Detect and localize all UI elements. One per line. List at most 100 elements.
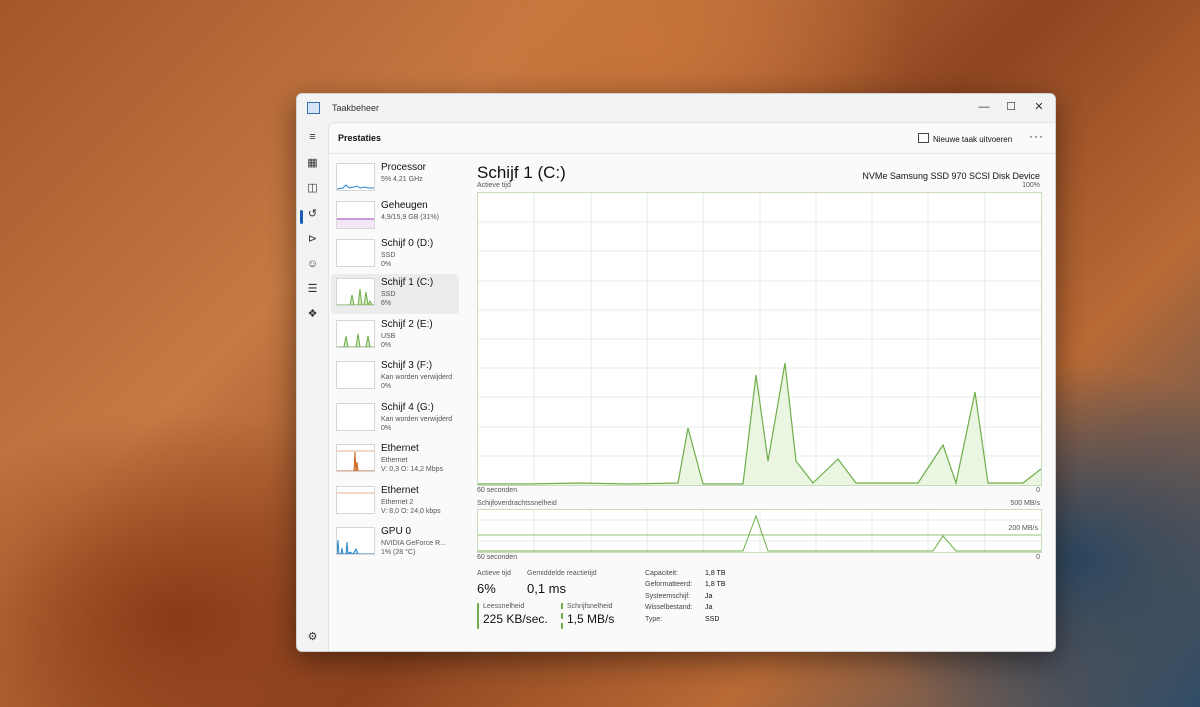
gpu-model: NVIDIA GeForce R...: [381, 540, 446, 547]
type-value: SSD: [705, 616, 720, 623]
page-title: Prestaties: [338, 133, 382, 143]
settings-icon[interactable]: ⚙: [306, 631, 319, 644]
gpu-usage: 1% (28 °C): [381, 549, 416, 556]
device-disk-2[interactable]: Schijf 2 (E:) USB 0%: [331, 316, 459, 356]
active-time-graph: [477, 192, 1042, 486]
write-speed-value: 1,5 MB/s: [567, 612, 615, 626]
menu-icon[interactable]: ≡: [306, 131, 319, 144]
write-speed-block: Schrijfsnelheid 1,5 MB/s: [561, 603, 614, 629]
close-button[interactable]: ✕: [1026, 98, 1052, 116]
device-ethernet-2[interactable]: Ethernet Ethernet 2 V: 8,0 O: 24,0 kbps: [331, 482, 459, 522]
device-name: Processor: [381, 162, 427, 173]
active-time-window: 60 seconden: [477, 487, 518, 494]
transfer-rate-graph: 200 MB/s: [477, 509, 1042, 553]
disk-detail-panel: Schijf 1 (C:) NVMe Samsung SSD 970 SCSI …: [477, 159, 1042, 649]
device-detail: 4,9/15,9 GB (31%): [381, 214, 439, 221]
disk-4-thumbnail: [336, 403, 375, 431]
device-gpu-0[interactable]: GPU 0 NVIDIA GeForce R... 1% (28 °C): [331, 523, 459, 563]
ethernet-1-thumbnail: [336, 444, 375, 472]
task-manager-icon: [307, 102, 320, 114]
page-file-label: Wisselbestand:: [645, 604, 693, 611]
device-ethernet-1[interactable]: Ethernet Ethernet V: 0,3 O: 14,2 Mbps: [331, 440, 459, 480]
page-file-value: Ja: [705, 604, 713, 611]
disk-1-thumbnail: [336, 278, 375, 306]
users-icon[interactable]: ☺: [306, 258, 319, 271]
active-time-graph-max: 100%: [1022, 182, 1040, 189]
device-name: GPU 0: [381, 526, 412, 537]
throughput: V: 0,3 O: 14,2 Mbps: [381, 466, 443, 473]
device-usage: 0%: [381, 425, 392, 432]
history-icon[interactable]: ↺: [306, 208, 319, 221]
adapter-name: Ethernet: [381, 457, 408, 464]
memory-thumbnail: [336, 201, 375, 229]
disk-3-thumbnail: [336, 361, 375, 389]
window-title: Taakbeheer: [332, 103, 380, 113]
details-icon[interactable]: ☰: [306, 283, 319, 296]
device-detail: USB 0%: [381, 332, 395, 350]
transfer-rate-scale: 200 MB/s: [1008, 525, 1038, 532]
device-disk-3[interactable]: Schijf 3 (F:) Kan worden verwijderd 0%: [331, 357, 459, 397]
new-task-icon: [918, 133, 929, 143]
device-name: Schijf 2 (E:): [381, 319, 433, 330]
formatted-label: Geformatteerd:: [645, 581, 693, 588]
device-usage: 0%: [381, 342, 392, 349]
device-usage: 0%: [381, 261, 392, 268]
read-speed-block: Leessnelheid 225 KB/sec.: [477, 603, 548, 629]
title-bar[interactable]: Taakbeheer — ☐ ✕: [297, 94, 1055, 122]
active-time-graph-label: Actieve tijd: [477, 182, 511, 189]
active-time-chart: [478, 193, 1042, 486]
capacity-label: Capaciteit:: [645, 570, 679, 577]
maximize-button[interactable]: ☐: [998, 98, 1024, 116]
header-divider: [329, 153, 1055, 154]
device-type: SSD: [381, 291, 396, 298]
disk-0-thumbnail: [336, 239, 375, 267]
adapter-name: Ethernet 2: [381, 499, 414, 506]
type-label: Type:: [645, 616, 663, 623]
formatted-value: 1,8 TB: [705, 581, 726, 588]
device-type: USB: [381, 333, 396, 340]
content-area: Prestaties Nieuwe taak uitvoeren ··· Pro…: [328, 122, 1055, 651]
more-options-button[interactable]: ···: [1029, 129, 1044, 143]
ethernet-2-thumbnail: [336, 486, 375, 514]
new-task-label: Nieuwe taak uitvoeren: [933, 135, 1013, 144]
read-speed-value: 225 KB/sec.: [483, 612, 548, 626]
task-manager-window: Taakbeheer — ☐ ✕ ≡ ▦ ◫ ↺ ⊳ ☺ ☰ ❖ ⚙ Prest…: [296, 93, 1056, 652]
device-disk-4[interactable]: Schijf 4 (G:) Kan worden verwijderd 0%: [331, 399, 459, 439]
device-detail: Kan worden verwijderd 0%: [381, 373, 452, 391]
device-name: Schijf 0 (D:): [381, 238, 434, 249]
device-disk-0[interactable]: Schijf 0 (D:) SSD 0%: [331, 235, 459, 275]
device-processor[interactable]: Processor 5% 4,21 GHz: [331, 159, 459, 199]
device-detail: NVIDIA GeForce R... 1% (28 °C): [381, 539, 446, 557]
device-name: Schijf 1 (C:): [381, 277, 434, 288]
new-task-button[interactable]: Nieuwe taak uitvoeren: [918, 133, 1012, 144]
device-name: Schijf 3 (F:): [381, 360, 433, 371]
disk-model: NVMe Samsung SSD 970 SCSI Disk Device: [862, 171, 1040, 181]
services-icon[interactable]: ❖: [306, 308, 319, 321]
device-usage: 6%: [381, 300, 392, 307]
transfer-rate-grid: [478, 510, 1041, 552]
active-indicator: [300, 210, 303, 224]
transfer-rate-chart: [478, 510, 1041, 552]
transfer-rate-graph-max: 500 MB/s: [1010, 500, 1040, 507]
processes-icon[interactable]: ▦: [306, 157, 319, 170]
device-detail: Kan worden verwijderd 0%: [381, 415, 452, 433]
minimize-button[interactable]: —: [971, 98, 997, 116]
device-name: Geheugen: [381, 200, 428, 211]
response-time-stat-value: 0,1 ms: [527, 581, 567, 596]
active-time-stat-label: Actieve tijd: [477, 570, 511, 577]
device-detail: 5% 4,21 GHz: [381, 176, 423, 183]
device-memory[interactable]: Geheugen 4,9/15,9 GB (31%): [331, 197, 459, 237]
throughput: V: 8,0 O: 24,0 kbps: [381, 508, 441, 515]
active-time-min: 0: [1036, 487, 1040, 494]
transfer-rate-window: 60 seconden: [477, 554, 518, 561]
device-detail: SSD 6%: [381, 290, 395, 308]
processor-thumbnail: [336, 163, 375, 191]
disk-title: Schijf 1 (C:): [477, 163, 566, 182]
device-type: Kan worden verwijderd: [381, 416, 453, 423]
device-type: SSD: [381, 252, 396, 259]
transfer-rate-min: 0: [1036, 554, 1040, 561]
performance-icon[interactable]: ◫: [306, 182, 319, 195]
startup-icon[interactable]: ⊳: [306, 233, 319, 246]
write-speed-label: Schrijfsnelheid: [567, 603, 613, 610]
device-disk-1[interactable]: Schijf 1 (C:) SSD 6%: [331, 274, 459, 314]
